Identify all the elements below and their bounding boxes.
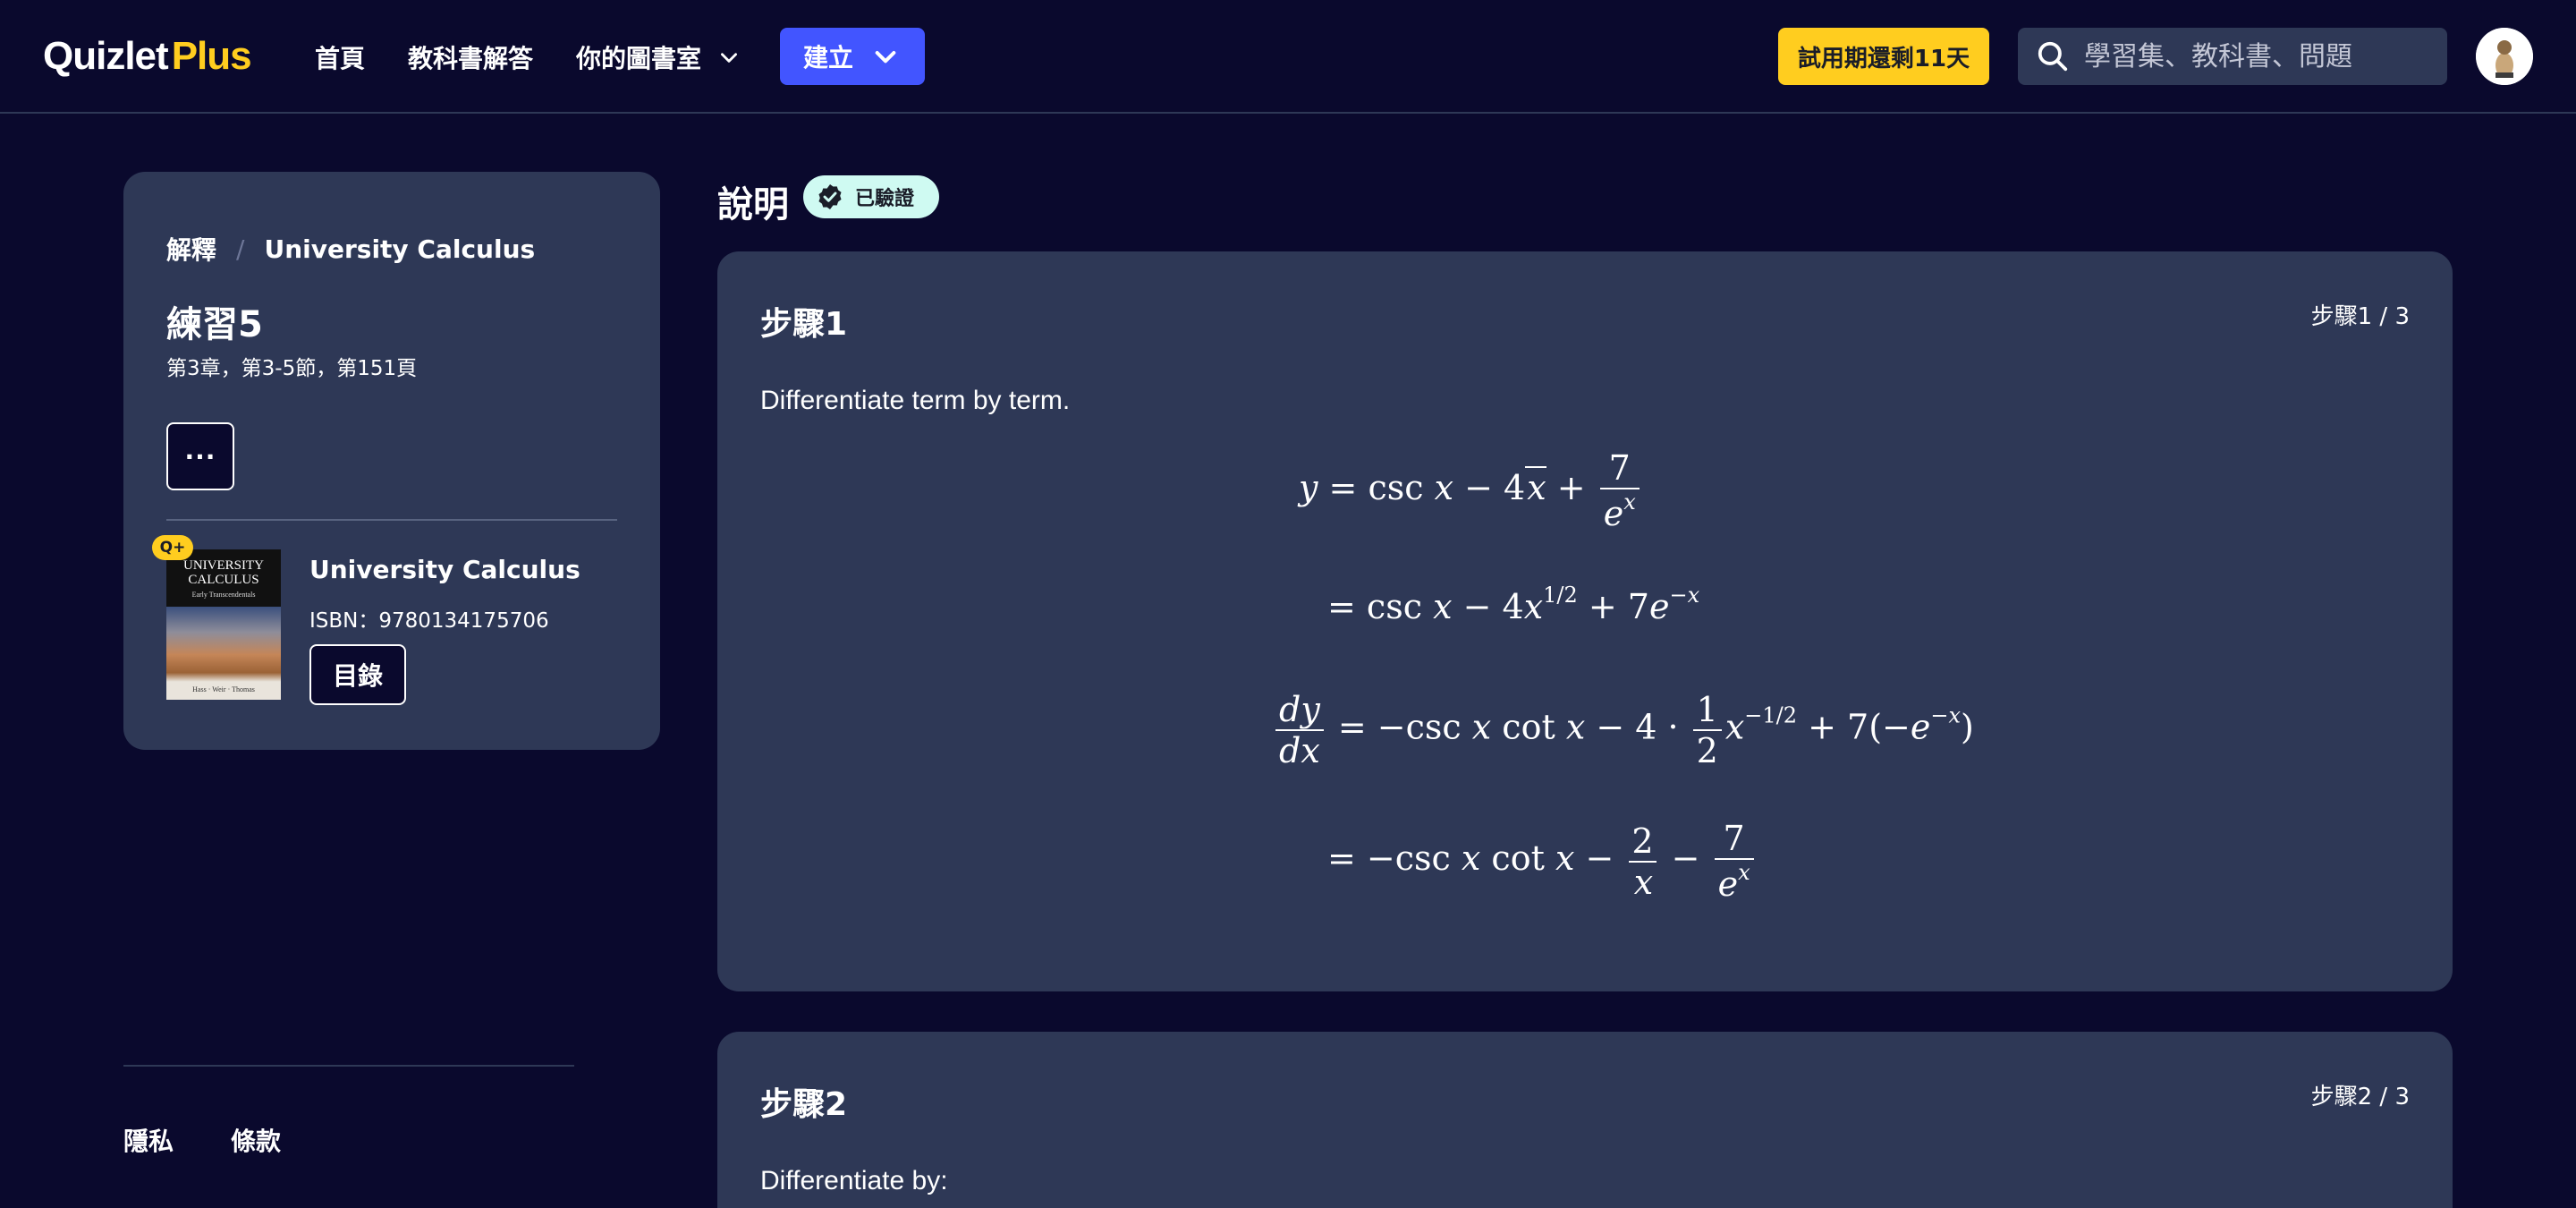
create-button-label: 建立 [803, 43, 854, 72]
top-nav-bar: Quizlet Plus 首頁 教科書解答 你的圖書室 建立 試用期還剩11天 [0, 0, 2576, 114]
equation-line-3: dy dx = −csc x cot x − 4 · 1 2 x−1/2 + 7(−e… [1272, 690, 1974, 770]
book-isbn: ISBN：9780134175706 [309, 609, 549, 633]
book-cover-subtitle: Early Transcendentals [191, 591, 256, 599]
footer-terms-link[interactable]: 條款 [231, 1122, 281, 1158]
verified-check-icon [818, 184, 842, 209]
step-counter: 步驟1 / 3 [2310, 303, 2410, 330]
equation-line-1: y = csc x − 4x + 7 ex [1299, 448, 1643, 533]
step-instruction: Differentiate term by term. [760, 386, 1071, 415]
logo-plus-text: Plus [171, 34, 252, 78]
search-icon [2038, 41, 2068, 72]
breadcrumb: 解釋 / University Calculus [166, 231, 535, 267]
search-input[interactable] [2084, 40, 2442, 72]
breadcrumb-book-link[interactable]: University Calculus [264, 234, 535, 264]
nav-textbook-solutions-link[interactable]: 教科書解答 [408, 36, 533, 79]
chevron-down-icon [875, 51, 896, 64]
step-instruction: Differentiate by: [760, 1166, 948, 1195]
quizlet-plus-logo[interactable]: Quizlet Plus [43, 32, 252, 81]
user-avatar[interactable] [2476, 28, 2533, 85]
breadcrumb-separator: / [236, 234, 245, 264]
nav-your-library-dropdown[interactable]: 你的圖書室 [576, 36, 741, 79]
equation-line-4: = −csc x cot x − 2x − 7 ex [1327, 819, 1758, 904]
footer-privacy-link[interactable]: 隱私 [123, 1122, 174, 1158]
avatar-image [2476, 28, 2533, 85]
nav-home-link[interactable]: 首頁 [315, 36, 365, 79]
more-options-button[interactable]: ··· [166, 422, 234, 490]
footer-divider [123, 1065, 574, 1067]
step-counter: 步驟2 / 3 [2310, 1084, 2410, 1110]
divider [166, 519, 617, 521]
step-title: 步驟1 [760, 306, 848, 343]
step-title: 步驟2 [760, 1086, 848, 1123]
step-card: 步驟2 步驟2 / 3 Differentiate by: [717, 1032, 2453, 1208]
exercise-title: 練習5 [166, 304, 263, 345]
nav-library-label: 你的圖書室 [576, 44, 702, 73]
create-button[interactable]: 建立 [780, 28, 925, 85]
chevron-down-icon [721, 53, 738, 63]
table-of-contents-button[interactable]: 目錄 [309, 644, 406, 705]
book-title-link[interactable]: University Calculus [309, 555, 580, 584]
logo-main-text: Quizlet [43, 34, 169, 78]
verified-label: 已驗證 [855, 188, 915, 210]
step-card: 步驟1 步驟1 / 3 Differentiate term by term. … [717, 251, 2453, 991]
quizlet-plus-badge: Q+ [152, 535, 193, 560]
exercise-location: 第3章，第3-5節，第151頁 [166, 357, 418, 380]
exercise-info-card: 解釋 / University Calculus 練習5 第3章，第3-5節，第… [123, 172, 660, 750]
book-cover-image[interactable]: UNIVERSITY CALCULUS Early Transcendental… [166, 549, 281, 700]
trial-days-left-button[interactable]: 試用期還剩11天 [1778, 28, 1989, 85]
verified-badge: 已驗證 [803, 175, 939, 218]
search-bar[interactable] [2018, 28, 2447, 85]
breadcrumb-solutions-link[interactable]: 解釋 [166, 231, 216, 267]
book-cover-authors: Hass · Weir · Thomas [192, 685, 255, 693]
explanation-heading: 說明 [717, 184, 789, 225]
equation-line-2: = csc x − 4x1/2 + 7e−x [1327, 583, 1700, 626]
book-cover-title: UNIVERSITY CALCULUS [183, 558, 264, 587]
